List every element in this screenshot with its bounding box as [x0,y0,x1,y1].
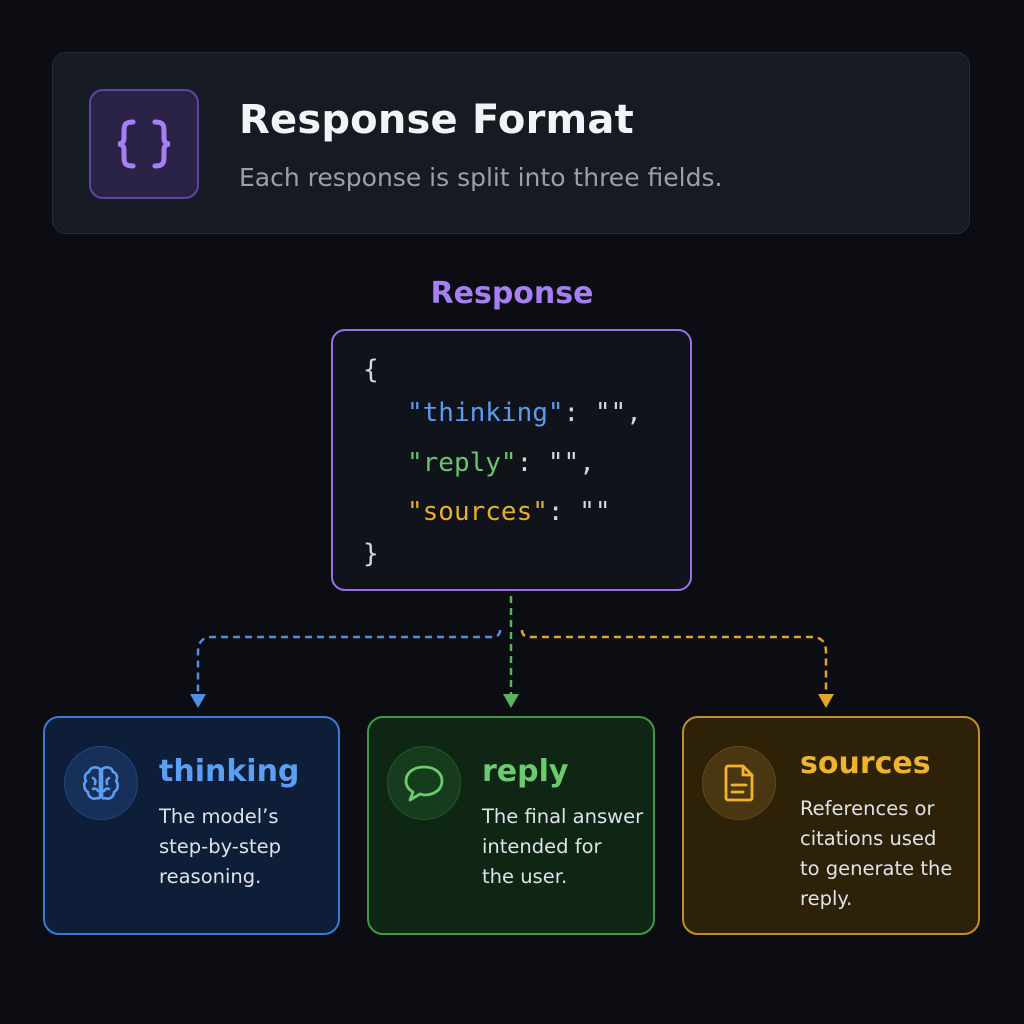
chat-bubble-icon [387,746,461,820]
arrowhead-reply [503,694,519,708]
card-sources-line-4: reply. [800,887,853,910]
document-icon [702,746,776,820]
card-sources-line-3: to generate the [800,857,953,880]
brain-icon [64,746,138,820]
card-reply-line-3: the user. [482,865,568,888]
connector-sources [520,629,828,694]
card-reply-line-1: The final answer [482,805,644,828]
card-thinking-line-2: step-by-step [159,835,282,858]
card-reply: reply The final answer intended for the … [367,716,655,935]
arrowhead-thinking [190,694,206,708]
card-thinking-title: thinking [159,754,300,789]
arrowhead-sources [818,694,834,708]
card-sources-line-2: citations used [800,827,937,850]
card-thinking-description: The model’s step-by-step reasoning. [159,802,329,892]
card-thinking-line-1: The model’s [159,805,279,828]
card-reply-line-2: intended for [482,835,602,858]
connector-thinking [196,629,502,694]
card-sources-description: References or citations used to generate… [800,794,972,914]
card-sources: sources References or citations used to … [682,716,980,935]
card-reply-title: reply [482,754,569,789]
card-sources-line-1: References or [800,797,935,820]
card-thinking: thinking The model’s step-by-step reason… [43,716,340,935]
card-sources-title: sources [800,746,931,781]
card-thinking-line-3: reasoning. [159,865,262,888]
card-reply-description: The final answer intended for the user. [482,802,652,892]
